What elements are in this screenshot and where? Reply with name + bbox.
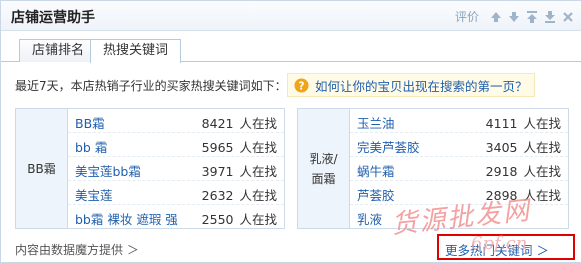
tab-hot-keywords[interactable]: 热搜关键词: [90, 39, 182, 63]
keyword-link[interactable]: 乳液: [357, 209, 382, 228]
tip-link[interactable]: 如何让你的宝贝出现在搜索的第一页？: [315, 76, 528, 95]
table-row: 完美芦荟胶 3405 人在找: [350, 133, 568, 157]
rate-link[interactable]: 评价: [455, 8, 479, 25]
keyword-link[interactable]: BB霜: [75, 113, 105, 132]
keyword-table-bb-cream: BB霜 BB霜 8421 人在找 bb 霜 5965 人在找 美宝莲bb霜 3971…: [15, 108, 285, 229]
search-count: [555, 209, 561, 224]
keyword-link[interactable]: bb 霜: [75, 137, 107, 156]
tab-shop-ranking[interactable]: 店铺排名: [19, 39, 98, 62]
title-actions: 评价: [455, 8, 575, 25]
search-count: 2550 人在找: [201, 212, 277, 227]
move-top-icon[interactable]: [525, 10, 539, 24]
keyword-link[interactable]: 玉兰油: [357, 113, 395, 132]
search-count: 3971 人在找: [201, 164, 277, 179]
category-label: 乳液/面霜: [298, 109, 350, 228]
search-count: 3405 人在找: [485, 140, 561, 155]
question-icon: ?: [294, 77, 309, 93]
keyword-link[interactable]: 美宝莲bb霜: [75, 161, 141, 180]
search-count: 2918 人在找: [485, 164, 561, 179]
tip-box: ? 如何让你的宝贝出现在搜索的第一页？: [287, 73, 535, 97]
search-count: 5965 人在找: [201, 140, 277, 155]
panel-title: 店铺运营助手: [11, 10, 95, 26]
intro-text: 最近7天，本店热销子行业的买家热搜关键词如下：: [15, 79, 287, 93]
search-count: 4111 人在找: [485, 116, 561, 131]
table-row: 美宝莲 2632 人在找: [68, 181, 284, 205]
category-label: BB霜: [16, 109, 68, 228]
search-count: 2632 人在找: [201, 188, 277, 203]
search-count: 8421 人在找: [201, 116, 277, 131]
table-row: BB霜 8421 人在找: [68, 109, 284, 133]
arrow-up-icon[interactable]: [489, 10, 503, 24]
table-row: 玉兰油 4111 人在找: [350, 109, 568, 133]
data-source-link[interactable]: 内容由数据魔方提供 ＞: [15, 241, 139, 258]
svg-text:?: ?: [299, 80, 305, 92]
close-icon[interactable]: [561, 10, 575, 24]
arrow-down-icon[interactable]: [507, 10, 521, 24]
watermark-url: 6pf.cn: [471, 233, 528, 254]
panel-titlebar: 店铺运营助手 评价: [1, 1, 581, 31]
move-bottom-icon[interactable]: [543, 10, 557, 24]
shop-assistant-panel: 店铺运营助手 评价 店铺排名 热搜关键词 最近7天，本店热销子行业的买家热搜关键…: [0, 0, 582, 263]
keyword-link[interactable]: 完美芦荟胶: [357, 137, 420, 156]
keyword-link[interactable]: 美宝莲: [75, 185, 113, 204]
table-row: bb霜 裸妆 遮瑕 强 2550 人在找: [68, 205, 284, 229]
table-row: 美宝莲bb霜 3971 人在找: [68, 157, 284, 181]
keyword-link[interactable]: 芦荟胶: [357, 185, 395, 204]
keyword-link[interactable]: 蜗牛霜: [357, 161, 395, 180]
keyword-link[interactable]: bb霜 裸妆 遮瑕 强: [75, 209, 178, 228]
keyword-rows: BB霜 8421 人在找 bb 霜 5965 人在找 美宝莲bb霜 3971 人在找 …: [68, 109, 284, 229]
table-row: bb 霜 5965 人在找: [68, 133, 284, 157]
table-row: 蜗牛霜 2918 人在找: [350, 157, 568, 181]
tab-bar: 店铺排名 热搜关键词: [1, 32, 581, 63]
